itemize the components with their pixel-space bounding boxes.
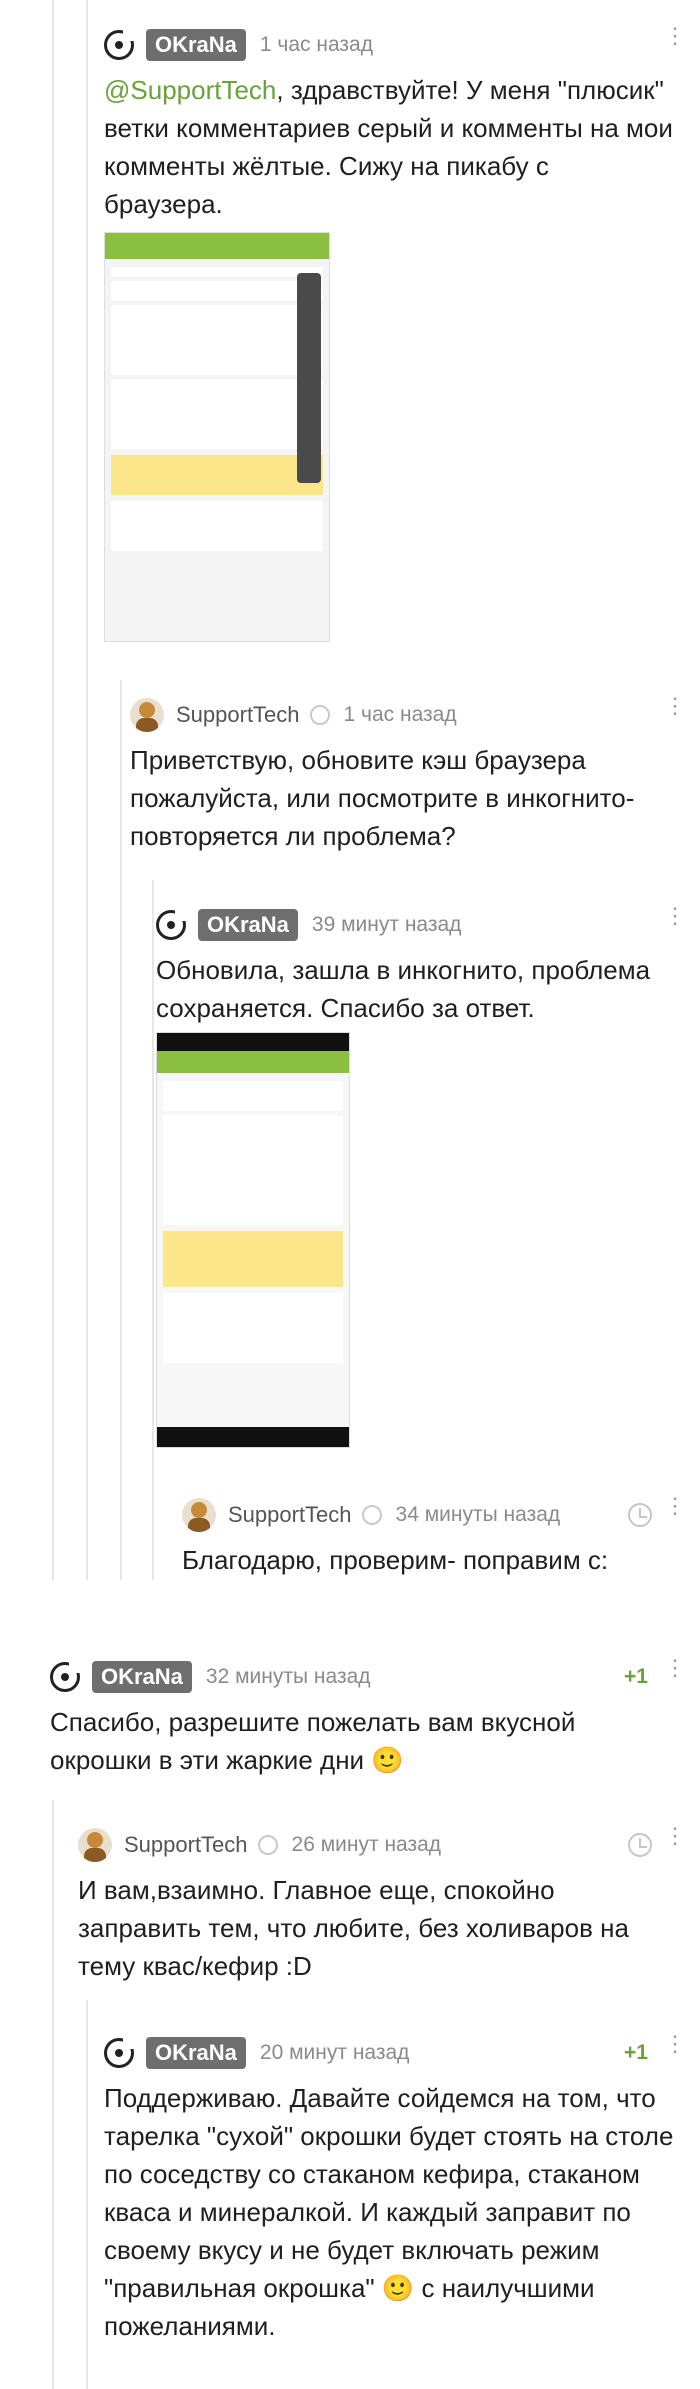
comment-text: @SupportTech, здравствуйте! У меня "плюс…: [104, 75, 673, 219]
comment-text: Приветствую, обновите кэш браузера пожал…: [130, 745, 635, 851]
comment-header: SupportTech 26 минут назад ⋮: [78, 1825, 686, 1865]
thread-line: [120, 680, 122, 1580]
mention-link[interactable]: @SupportTech: [104, 75, 276, 105]
verified-icon: [361, 1505, 382, 1525]
comment-time[interactable]: 26 минут назад: [292, 1833, 442, 1857]
pikabu-logo-icon: [156, 909, 187, 940]
thread-line: [52, 1800, 54, 2389]
comment-time[interactable]: 1 час назад: [260, 33, 373, 57]
comment: SupportTech 1 час назад ⋮ Приветствую, о…: [130, 695, 686, 855]
support-avatar-icon: [182, 1498, 216, 1532]
comment: OKraNa 32 минуты назад +1 ⋮ Спасибо, раз…: [50, 1657, 686, 1779]
rating[interactable]: +1: [624, 2041, 648, 2065]
comment-header: SupportTech 1 час назад ⋮: [130, 695, 686, 735]
thread-line: [52, 0, 54, 1580]
comment-time[interactable]: 20 минут назад: [260, 2041, 410, 2065]
author-name[interactable]: SupportTech: [124, 1832, 248, 1858]
author-name[interactable]: OKraNa: [198, 909, 298, 941]
comment-time[interactable]: 32 минуты назад: [206, 1665, 371, 1689]
clock-icon: [628, 1503, 652, 1527]
verified-icon: [309, 705, 330, 725]
comment-header: OKraNa 32 минуты назад +1 ⋮: [50, 1657, 686, 1697]
rating[interactable]: +1: [624, 1665, 648, 1689]
comment-text: Благодарю, проверим- поправим с:: [182, 1545, 609, 1575]
comment-text: И вам,взаимно. Главное еще, спокойно зап…: [78, 1875, 629, 1981]
comment-header: OKraNa 39 минут назад ⋮: [156, 905, 686, 945]
more-icon[interactable]: ⋮: [664, 25, 686, 59]
more-icon[interactable]: ⋮: [664, 1825, 686, 1859]
comment: OKraNa 20 минут назад +1 ⋮ Поддерживаю. …: [104, 2033, 686, 2345]
pikabu-logo-icon: [50, 1661, 81, 1692]
comment-time[interactable]: 1 час назад: [344, 703, 457, 727]
comment: OKraNa 39 минут назад ⋮ Обновила, зашла …: [156, 905, 686, 1027]
author-name[interactable]: OKraNa: [146, 29, 246, 61]
thread-line: [86, 0, 88, 1580]
attached-screenshot[interactable]: [104, 232, 330, 642]
clock-icon: [628, 1833, 652, 1857]
more-icon[interactable]: ⋮: [664, 1657, 686, 1691]
author-name[interactable]: SupportTech: [176, 702, 300, 728]
comment-header: OKraNa 20 минут назад +1 ⋮: [104, 2033, 686, 2073]
verified-icon: [257, 1835, 278, 1855]
screenshot-header: [157, 1033, 349, 1051]
more-icon[interactable]: ⋮: [664, 905, 686, 939]
comment: SupportTech 26 минут назад ⋮ И вам,взаим…: [78, 1825, 686, 1985]
support-avatar-icon: [130, 698, 164, 732]
comment-text: Спасибо, разрешите пожелать вам вкусной …: [50, 1707, 576, 1775]
more-icon[interactable]: ⋮: [664, 695, 686, 729]
pikabu-logo-icon: [104, 29, 135, 60]
more-icon[interactable]: ⋮: [664, 1495, 686, 1529]
comment-text: Поддерживаю. Давайте сойдемся на том, чт…: [104, 2083, 674, 2341]
thread-line: [152, 880, 154, 1580]
author-name[interactable]: OKraNa: [146, 2037, 246, 2069]
thread-line: [86, 2000, 88, 2389]
comment-time[interactable]: 34 минуты назад: [396, 1503, 561, 1527]
pikabu-logo-icon: [104, 2037, 135, 2068]
comment-time[interactable]: 39 минут назад: [312, 913, 462, 937]
support-avatar-icon: [78, 1828, 112, 1862]
comment-text: Обновила, зашла в инкогнито, проблема со…: [156, 955, 651, 1023]
comment: SupportTech 34 минуты назад ⋮ Благодарю,…: [182, 1495, 686, 1579]
author-name[interactable]: OKraNa: [92, 1661, 192, 1693]
comment-header: SupportTech 34 минуты назад ⋮: [182, 1495, 686, 1535]
author-name[interactable]: SupportTech: [228, 1502, 352, 1528]
comment-header: OKraNa 1 час назад ⋮: [104, 25, 686, 65]
comment: OKraNa 1 час назад ⋮ @SupportTech, здрав…: [104, 25, 686, 223]
attached-screenshot[interactable]: [156, 1032, 350, 1448]
more-icon[interactable]: ⋮: [664, 2033, 686, 2067]
screenshot-header: [105, 233, 329, 259]
